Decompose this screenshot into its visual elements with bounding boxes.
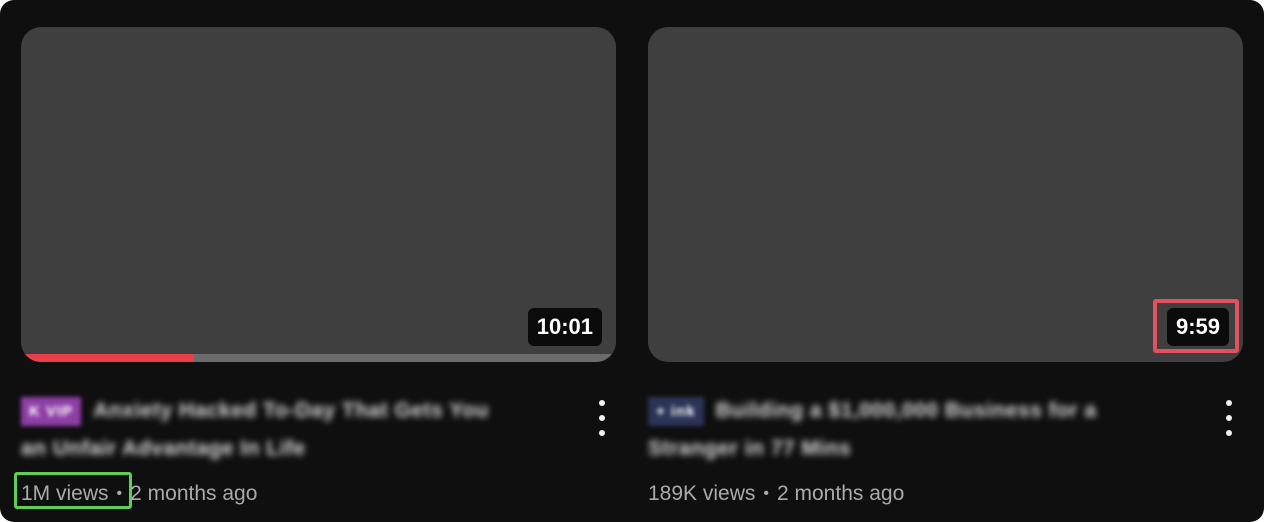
video-thumbnail[interactable]: 10:01 — [21, 27, 616, 362]
watch-progress-bar — [21, 354, 616, 362]
duration-highlight-box — [1153, 299, 1239, 353]
dot — [599, 415, 605, 421]
channel-tag: + ink — [648, 396, 704, 426]
channel-tag: K VIP — [21, 396, 82, 426]
upload-age: 2 months ago — [777, 482, 905, 505]
video-card[interactable]: 10:01 K VIP Anxiety Hacked To-Day That G… — [21, 27, 616, 508]
video-card[interactable]: 9:59 + ink Building a $1,000,000 Busines… — [648, 27, 1243, 508]
dot — [1226, 415, 1232, 421]
upload-age: 2 months ago — [130, 482, 258, 505]
video-title-continued[interactable]: Stranger in 77 Mins — [648, 437, 851, 461]
duration-badge: 10:01 — [527, 308, 602, 346]
stats-separator: • — [763, 485, 769, 502]
video-title-line[interactable]: an Unfair Advantage In Life — [21, 430, 616, 468]
watch-progress-fill — [21, 354, 194, 362]
video-title[interactable]: Building a $1,000,000 Business for a — [716, 399, 1097, 423]
video-title-line[interactable]: K VIP Anxiety Hacked To-Day That Gets Yo… — [21, 392, 616, 430]
dot — [599, 400, 605, 406]
video-title-line[interactable]: Stranger in 77 Mins — [648, 430, 1243, 468]
dot — [599, 430, 605, 436]
views-highlight-box — [14, 472, 132, 509]
video-title[interactable]: Anxiety Hacked To-Day That Gets You — [93, 399, 489, 423]
view-count: 189K views — [648, 482, 756, 505]
video-title-line[interactable]: + ink Building a $1,000,000 Business for… — [648, 392, 1243, 430]
more-vertical-icon[interactable] — [590, 398, 614, 438]
video-grid: 10:01 K VIP Anxiety Hacked To-Day That G… — [0, 0, 1264, 522]
more-vertical-icon[interactable] — [1217, 398, 1241, 438]
video-metadata: + ink Building a $1,000,000 Business for… — [648, 392, 1243, 508]
dot — [1226, 400, 1232, 406]
dot — [1226, 430, 1232, 436]
video-stats: 189K views • 2 months ago — [648, 480, 1243, 508]
video-title-continued[interactable]: an Unfair Advantage In Life — [21, 437, 306, 461]
